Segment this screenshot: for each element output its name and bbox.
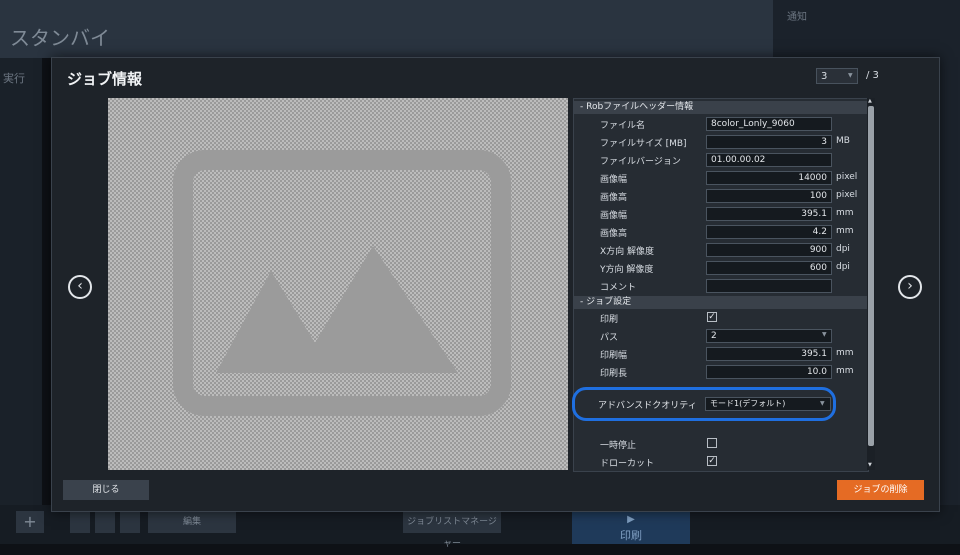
row-y-resolution: Y方向 解像度 600 dpi [574, 259, 868, 277]
unit-label: pixel [836, 172, 858, 182]
row-draw-cut: ドローカット ✓ [574, 453, 868, 471]
field-label: コメント [600, 283, 637, 293]
image-height-px-field: 100 [706, 189, 832, 203]
image-width-px-field: 14000 [706, 171, 832, 185]
row-image-height-px: 画像高 100 pixel [574, 187, 868, 205]
y-resolution-field: 600 [706, 261, 832, 275]
row-pause: 一時停止 [574, 435, 868, 453]
job-info-dialog: ジョブ情報 3 ▼ / 3 ‹ › - Robファイルヘッダー情報 ファイル名 … [51, 57, 940, 512]
image-width-mm-field: 395.1 [706, 207, 832, 221]
left-panel-label: 実行 [3, 72, 25, 85]
image-height-mm-field: 4.2 [706, 225, 832, 239]
field-label: 画像幅 [600, 211, 628, 221]
toolbar-square-button[interactable] [95, 511, 115, 533]
row-print-width: 印刷幅 395.1 mm [574, 345, 868, 363]
image-placeholder-icon [173, 150, 511, 416]
chevron-down-icon[interactable]: ▼ [822, 331, 827, 338]
row-print-length: 印刷長 10.0 mm [574, 363, 868, 381]
field-label: 画像高 [600, 193, 628, 203]
chevron-left-circle-icon[interactable]: ‹ [68, 275, 92, 299]
unit-label: mm [836, 208, 854, 218]
image-preview [108, 98, 568, 470]
field-label: 一時停止 [600, 441, 637, 451]
print-button-label: 印刷 [620, 529, 642, 542]
section-header-job[interactable]: - ジョブ設定 [574, 296, 868, 309]
dialog-title: ジョブ情報 [67, 70, 143, 88]
print-width-field[interactable]: 395.1 [706, 347, 832, 361]
pass-select[interactable]: 2 [706, 329, 832, 343]
row-image-width-px: 画像幅 14000 pixel [574, 169, 868, 187]
row-file-size: ファイルサイズ [MB] 3 MB [574, 133, 868, 151]
scroll-down-icon[interactable]: ▼ [868, 462, 872, 468]
toolbar-square-button[interactable] [120, 511, 140, 533]
toolbar-square-button[interactable] [70, 511, 90, 533]
field-label: 印刷幅 [600, 351, 628, 361]
field-label: 画像高 [600, 229, 628, 239]
left-panel [0, 58, 42, 508]
field-label: パス [600, 333, 619, 343]
edit-button[interactable]: 編集 [148, 511, 236, 533]
draw-cut-checkbox[interactable]: ✓ [707, 456, 717, 466]
unit-label: mm [836, 348, 854, 358]
chevron-right-circle-icon[interactable]: › [898, 275, 922, 299]
print-checkbox[interactable]: ✓ [707, 312, 717, 322]
file-size-field: 3 [706, 135, 832, 149]
print-length-field[interactable]: 10.0 [706, 365, 832, 379]
x-resolution-field: 900 [706, 243, 832, 257]
unit-label: mm [836, 366, 854, 376]
play-arrow-icon: ▶ [627, 514, 635, 525]
row-pass: パス 2 ▼ [574, 327, 868, 345]
job-list-manager-button[interactable]: ジョブリストマネージャー [403, 511, 501, 549]
unit-label: MB [836, 136, 850, 146]
unit-label: dpi [836, 262, 850, 272]
file-version-field: 01.00.00.02 [706, 153, 832, 167]
field-label: ファイル名 [600, 121, 646, 131]
scroll-up-icon[interactable]: ▲ [868, 98, 872, 104]
field-label: X方向 解像度 [600, 247, 655, 257]
field-label: ファイルサイズ [MB] [600, 139, 687, 149]
field-label: 印刷 [600, 315, 619, 325]
print-button[interactable]: ▶ 印刷 [572, 508, 690, 544]
page-total: / 3 [866, 70, 879, 81]
unit-label: mm [836, 226, 854, 236]
field-label: ドローカット [600, 459, 655, 469]
row-print: 印刷 ✓ [574, 309, 868, 327]
unit-label: dpi [836, 244, 850, 254]
field-label: 印刷長 [600, 369, 628, 379]
field-label: Y方向 解像度 [600, 265, 654, 275]
file-name-field: 8color_Lonly_9060 [706, 117, 832, 131]
scrollbar-thumb[interactable] [868, 106, 874, 446]
row-file-version: ファイルバージョン 01.00.00.02 [574, 151, 868, 169]
unit-label: pixel [836, 190, 858, 200]
row-image-height-mm: 画像高 4.2 mm [574, 223, 868, 241]
app-title: スタンバイ [10, 26, 110, 50]
delete-job-button[interactable]: ジョブの削除 [837, 480, 924, 500]
page-spinner-icon[interactable]: ▼ [848, 72, 853, 79]
field-label: ファイルバージョン [600, 157, 681, 167]
row-comment: コメント [574, 277, 868, 295]
row-file-name: ファイル名 8color_Lonly_9060 [574, 115, 868, 133]
row-image-width-mm: 画像幅 395.1 mm [574, 205, 868, 223]
row-x-resolution: X方向 解像度 900 dpi [574, 241, 868, 259]
field-label: 画像幅 [600, 175, 628, 185]
pause-checkbox[interactable] [707, 438, 717, 448]
highlight-annotation [572, 387, 836, 421]
notifications-label: 通知 [787, 12, 807, 23]
add-button[interactable]: + [16, 511, 44, 533]
section-header-rob[interactable]: - Robファイルヘッダー情報 [574, 101, 868, 114]
comment-field [706, 279, 832, 293]
close-button[interactable]: 閉じる [63, 480, 149, 500]
